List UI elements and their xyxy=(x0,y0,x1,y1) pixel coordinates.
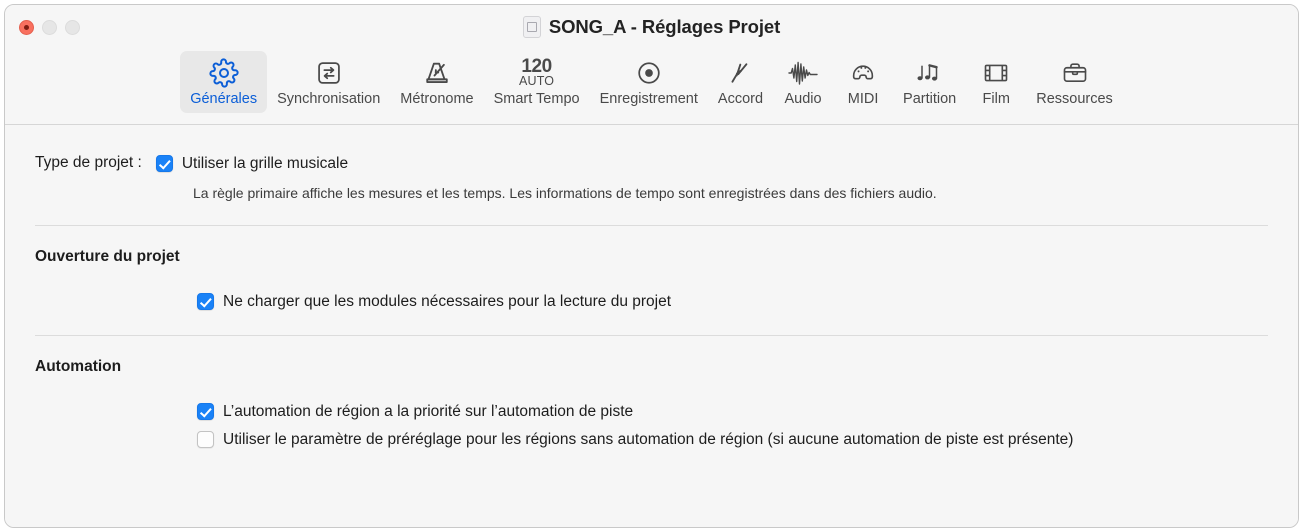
project-type-hint: La règle primaire affiche les mesures et… xyxy=(193,185,937,201)
close-button[interactable] xyxy=(19,19,34,35)
midi-connector-icon xyxy=(849,57,877,89)
zoom-button[interactable] xyxy=(65,19,80,35)
automation-section: Automation L’automation de région a la p… xyxy=(35,336,1268,450)
tab-label: Smart Tempo xyxy=(493,91,580,107)
tab-label: Film xyxy=(982,91,1010,107)
minimize-button[interactable] xyxy=(42,19,57,35)
tab-label: Générales xyxy=(190,91,258,107)
project-type-hint-wrap: La règle primaire affiche les mesures et… xyxy=(193,184,1268,203)
tab-ressources[interactable]: Ressources xyxy=(1026,51,1123,113)
load-only-needed-plugins-label: Ne charger que les modules nécessaires p… xyxy=(223,293,672,310)
use-preset-parameter-checkbox[interactable] xyxy=(197,431,214,448)
tab-label: Enregistrement xyxy=(599,91,698,107)
load-only-needed-plugins-checkbox-row[interactable]: Ne charger que les modules nécessaires p… xyxy=(197,291,1268,312)
tab-generales[interactable]: Générales xyxy=(180,51,268,113)
tab-audio[interactable]: Audio xyxy=(773,51,833,113)
tab-list: Générales Synchronisation Métronome 120 … xyxy=(180,51,1123,113)
region-automation-priority-checkbox-row[interactable]: L’automation de région a la priorité sur… xyxy=(197,401,1268,422)
tab-midi[interactable]: MIDI xyxy=(833,51,893,113)
tab-smart-tempo[interactable]: 120 AUTO Smart Tempo xyxy=(484,51,590,113)
project-type-label: Type de projet : xyxy=(35,154,142,171)
project-open-options: Ne charger que les modules nécessaires p… xyxy=(197,291,1268,312)
project-settings-window: SONG_A - Réglages Projet Générales Synch… xyxy=(4,4,1299,528)
automation-option-1: L’automation de région a la priorité sur… xyxy=(197,401,1268,422)
project-open-section: Ouverture du projet Ne charger que les m… xyxy=(35,226,1268,312)
tab-synchronisation[interactable]: Synchronisation xyxy=(267,51,390,113)
use-preset-parameter-label: Utiliser le paramètre de préréglage pour… xyxy=(223,431,1074,448)
settings-toolbar: Générales Synchronisation Métronome 120 … xyxy=(5,49,1298,125)
briefcase-icon xyxy=(1061,57,1089,89)
project-type-section: Type de projet : Utiliser la grille musi… xyxy=(35,125,1268,203)
tab-label: Synchronisation xyxy=(277,91,381,107)
tab-metronome[interactable]: Métronome xyxy=(390,51,483,113)
music-notes-icon xyxy=(915,57,945,89)
use-preset-parameter-checkbox-row[interactable]: Utiliser le paramètre de préréglage pour… xyxy=(197,429,1257,450)
automation-option-2: Utiliser le paramètre de préréglage pour… xyxy=(197,429,1268,450)
tab-label: Audio xyxy=(784,91,822,107)
tab-label: Métronome xyxy=(400,91,474,107)
filmstrip-icon xyxy=(982,57,1010,89)
project-open-title: Ouverture du projet xyxy=(35,248,180,265)
window-controls xyxy=(19,19,80,35)
tab-label: Ressources xyxy=(1036,91,1113,107)
use-musical-grid-checkbox-row[interactable]: Utiliser la grille musicale xyxy=(155,153,349,174)
record-circle-icon xyxy=(635,57,663,89)
tab-label: MIDI xyxy=(847,91,879,107)
document-icon xyxy=(522,16,541,38)
use-musical-grid-label: Utiliser la grille musicale xyxy=(181,155,349,172)
region-automation-priority-checkbox[interactable] xyxy=(197,403,214,420)
titlebar: SONG_A - Réglages Projet xyxy=(5,5,1298,49)
tab-partition[interactable]: Partition xyxy=(893,51,966,113)
tab-enregistrement[interactable]: Enregistrement xyxy=(590,51,708,113)
tempo-value: 120 xyxy=(521,56,552,77)
load-only-needed-plugins-checkbox[interactable] xyxy=(197,293,214,310)
tempo-icon: 120 AUTO xyxy=(519,57,554,89)
tab-accord[interactable]: Accord xyxy=(708,51,773,113)
tempo-mode: AUTO xyxy=(518,74,555,88)
window-title: SONG_A - Réglages Projet xyxy=(548,16,781,37)
project-type-row: Type de projet : Utiliser la grille musi… xyxy=(35,153,1268,174)
title-group: SONG_A - Réglages Projet xyxy=(5,5,1298,49)
sync-arrows-icon xyxy=(315,57,343,89)
use-musical-grid-checkbox[interactable] xyxy=(155,155,173,172)
automation-title: Automation xyxy=(35,358,122,375)
waveform-icon xyxy=(787,57,819,89)
region-automation-priority-label: L’automation de région a la priorité sur… xyxy=(223,403,634,420)
tab-label: Partition xyxy=(903,91,957,107)
tab-label: Accord xyxy=(717,91,764,107)
settings-content: Type de projet : Utiliser la grille musi… xyxy=(5,125,1298,527)
gear-icon xyxy=(209,57,239,89)
tab-film[interactable]: Film xyxy=(966,51,1026,113)
tuning-fork-icon xyxy=(726,57,754,89)
metronome-icon xyxy=(422,57,452,89)
